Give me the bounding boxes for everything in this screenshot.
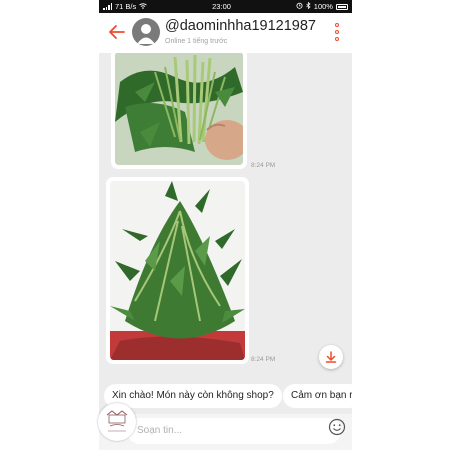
quick-replies: Xin chào! Món này còn không shop? Cảm ơn… <box>99 382 352 410</box>
vegetable-bunch-image <box>115 53 243 165</box>
message-time: 8:24 PM <box>251 356 276 363</box>
image-message[interactable] <box>111 53 247 169</box>
user-icon <box>137 24 155 44</box>
status-left: 71 B/s <box>103 2 148 11</box>
message-time: 8:24 PM <box>251 162 276 169</box>
network-speed: 71 B/s <box>115 2 137 11</box>
status-right: 100% <box>296 1 348 11</box>
online-status: Online 1 tiếng trước <box>165 38 228 45</box>
arrow-left-icon[interactable] <box>107 22 127 42</box>
battery-percent: 100% <box>313 2 333 11</box>
download-icon[interactable] <box>319 345 343 369</box>
wifi-icon <box>139 2 148 11</box>
leafy-greens-image <box>110 181 245 360</box>
quick-reply-button[interactable]: Cảm ơn bạn r <box>283 384 352 408</box>
avatar[interactable] <box>132 18 160 46</box>
more-vertical-icon[interactable] <box>335 23 339 41</box>
phone-screen: 71 B/s 23:00 100% @daominhha19121987 Onl… <box>99 0 352 450</box>
message-input[interactable]: Soạn tin... <box>127 418 341 444</box>
composer-bar: Soạn tin... <box>99 414 352 450</box>
vegetable-photo[interactable] <box>110 181 245 360</box>
chat-username[interactable]: @daominhha19121987 <box>165 18 316 34</box>
image-message[interactable] <box>106 177 249 364</box>
vegetable-photo[interactable] <box>115 53 243 165</box>
shop-logo-image <box>99 404 135 440</box>
chat-header: @daominhha19121987 Online 1 tiếng trước <box>99 13 352 53</box>
status-bar: 71 B/s 23:00 100% <box>99 0 352 13</box>
alarm-icon <box>296 2 303 11</box>
battery-icon <box>335 3 348 10</box>
chat-messages[interactable]: 8:24 PM 8:24 PM <box>99 53 352 378</box>
bluetooth-icon <box>306 1 311 11</box>
signal-icon <box>103 3 112 10</box>
quick-reply-button[interactable]: Xin chào! Món này còn không shop? <box>104 384 282 408</box>
shop-logo <box>98 403 136 441</box>
emoji-icon[interactable] <box>328 418 346 436</box>
status-time: 23:00 <box>212 2 231 11</box>
